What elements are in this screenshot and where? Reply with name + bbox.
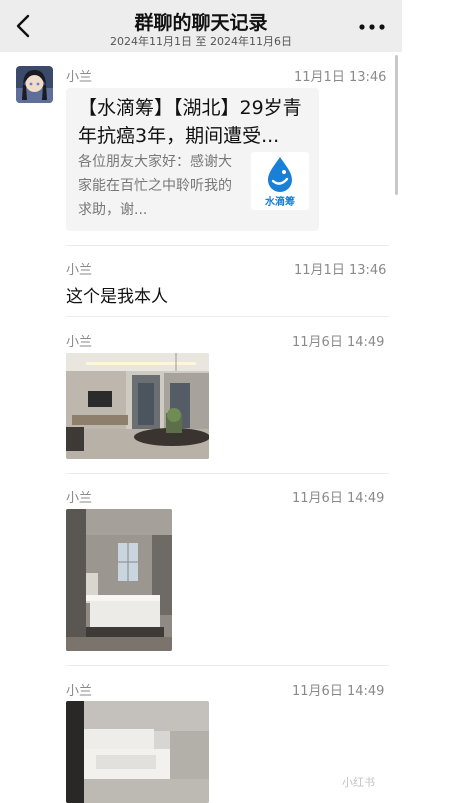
message-time: 11月6日 14:49 <box>292 491 385 506</box>
message-time: 11月6日 14:49 <box>292 335 385 350</box>
watermark: 小红书 <box>342 776 375 789</box>
sender-name: 小兰 <box>66 263 93 278</box>
sender-name: 小兰 <box>66 335 93 350</box>
water-drop-icon <box>268 157 292 192</box>
page-title: 群聊的聊天记录 <box>134 12 268 34</box>
shuidichou-logo: 水滴筹 <box>251 152 309 210</box>
sender-name: 小兰 <box>66 491 93 506</box>
right-margin <box>402 0 449 803</box>
sender-name: 小兰 <box>66 684 93 699</box>
message-divider <box>66 473 389 474</box>
link-card[interactable]: 【水滴筹】【湖北】29岁青年抗癌3年，期间遭受... 各位朋友大家好：感谢大家能… <box>66 88 319 231</box>
message-divider <box>66 665 389 666</box>
date-range: 2024年11月1日 至 2024年11月6日 <box>110 35 292 48</box>
text-message[interactable]: 这个是我本人 <box>66 282 168 307</box>
message-divider <box>66 316 389 317</box>
message-divider <box>66 245 389 246</box>
sender-name: 小兰 <box>66 70 93 85</box>
scrollbar[interactable] <box>395 55 398 195</box>
chat-history-header: 群聊的聊天记录 2024年11月1日 至 2024年11月6日 <box>0 0 402 52</box>
link-card-title: 【水滴筹】【湖北】29岁青年抗癌3年，期间遭受... <box>78 97 302 147</box>
message-time: 11月6日 14:49 <box>292 684 385 699</box>
link-card-description: 各位朋友大家好：感谢大家能在百忙之中聆听我的求助，谢... <box>78 154 232 218</box>
living-room-photo[interactable] <box>66 353 209 459</box>
more-options-icon[interactable] <box>356 18 388 34</box>
message-time: 11月1日 13:46 <box>294 263 387 278</box>
avatar[interactable] <box>16 66 53 103</box>
bedroom-photo-2[interactable] <box>66 701 209 803</box>
logo-label: 水滴筹 <box>265 197 295 208</box>
message-time: 11月1日 13:46 <box>294 70 387 85</box>
bedroom-photo[interactable] <box>66 509 172 651</box>
